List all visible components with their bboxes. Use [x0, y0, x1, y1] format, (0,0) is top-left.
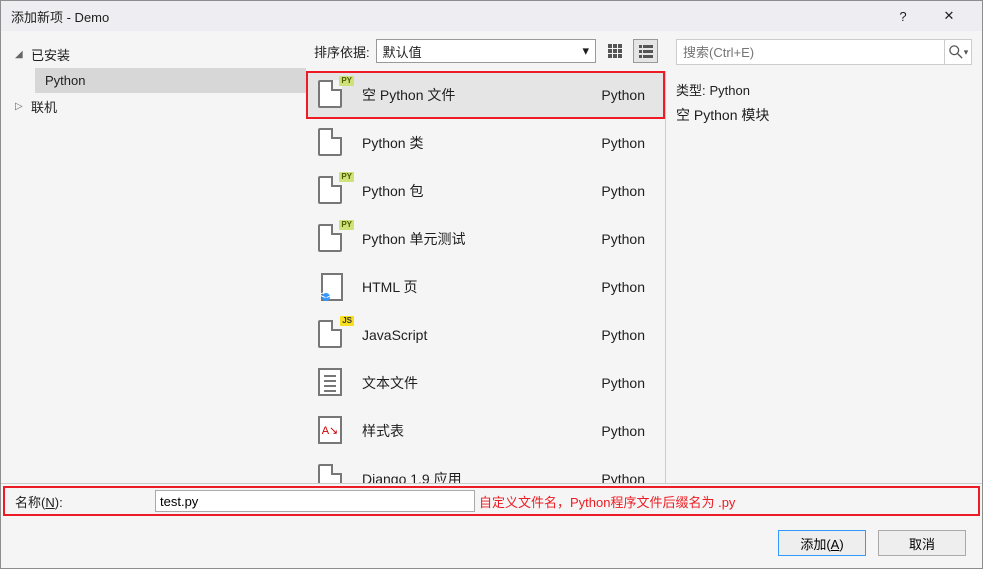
sort-dropdown[interactable]: 默认值 ▾ [376, 39, 596, 63]
tree-node-online[interactable]: ▷ 联机 [1, 93, 306, 120]
search-input[interactable] [676, 39, 972, 65]
template-label: 空 Python 文件 [362, 85, 601, 105]
view-list-button[interactable] [633, 39, 658, 63]
template-language: Python [601, 183, 653, 199]
detail-description: 空 Python 模块 [676, 102, 972, 128]
help-button[interactable]: ? [880, 1, 926, 31]
template-item[interactable]: <> HTML 页Python [306, 263, 665, 311]
sort-label: 排序依据: [314, 42, 370, 61]
tree-node-installed[interactable]: ◢ 已安装 [1, 41, 306, 68]
titlebar: 添加新项 - Demo ? ✕ [1, 1, 982, 31]
tree-label: 联机 [31, 97, 57, 116]
template-item[interactable]: Django 1.9 应用Python [306, 455, 665, 483]
tree-node-python[interactable]: Python [35, 68, 306, 93]
template-language: Python [601, 135, 653, 151]
template-label: JavaScript [362, 327, 601, 343]
sort-value: 默认值 [383, 42, 422, 61]
template-label: 文本文件 [362, 373, 601, 393]
name-input[interactable] [155, 490, 475, 512]
chevron-down-icon: ◢ [15, 49, 27, 60]
template-list[interactable]: PY空 Python 文件PythonPython 类PythonPYPytho… [306, 71, 666, 483]
search-icon [949, 45, 963, 59]
template-label: Django 1.9 应用 [362, 469, 601, 483]
template-panel: 排序依据: 默认值 ▾ PY空 Python 文件PythonPython 类P… [306, 31, 666, 483]
template-label: HTML 页 [362, 277, 601, 297]
template-label: Python 单元测试 [362, 229, 601, 249]
template-language: Python [601, 231, 653, 247]
name-hint: 自定义文件名，Python程序文件后缀名为 .py [475, 492, 735, 511]
template-item[interactable]: JSJavaScriptPython [306, 311, 665, 359]
close-button[interactable]: ✕ [926, 1, 972, 31]
template-label: 样式表 [362, 421, 601, 441]
template-language: Python [601, 87, 653, 103]
template-language: Python [601, 327, 653, 343]
template-label: Python 类 [362, 133, 601, 153]
tree-label: 已安装 [31, 45, 70, 64]
chevron-down-icon: ▾ [964, 47, 969, 58]
detail-panel: ▾ 类型: Python 空 Python 模块 [666, 31, 982, 483]
list-icon [638, 43, 654, 59]
window-title: 添加新项 - Demo [11, 7, 109, 26]
template-language: Python [601, 471, 653, 483]
name-row: 名称(N): 自定义文件名，Python程序文件后缀名为 .py [3, 486, 980, 516]
template-item[interactable]: PYPython 包Python [306, 167, 665, 215]
template-item[interactable]: Python 类Python [306, 119, 665, 167]
dialog-window: 添加新项 - Demo ? ✕ ◢ 已安装 Python ▷ 联机 排序依 [0, 0, 983, 569]
template-label: Python 包 [362, 181, 601, 201]
detail-type: 类型: Python [676, 77, 972, 102]
search-button[interactable]: ▾ [944, 39, 972, 65]
view-icons-button[interactable] [602, 39, 627, 63]
template-language: Python [601, 279, 653, 295]
chevron-right-icon: ▷ [15, 101, 27, 112]
template-language: Python [601, 423, 653, 439]
template-item[interactable]: PY空 Python 文件Python [306, 71, 665, 119]
cancel-button[interactable]: 取消 [878, 530, 966, 556]
category-tree: ◢ 已安装 Python ▷ 联机 [1, 31, 306, 483]
template-item[interactable]: A↘样式表Python [306, 407, 665, 455]
chevron-down-icon: ▾ [582, 43, 589, 59]
dialog-footer: 名称(N): 自定义文件名，Python程序文件后缀名为 .py 添加(A) 取… [1, 483, 982, 568]
template-item[interactable]: 文本文件Python [306, 359, 665, 407]
name-label: 名称(N): [15, 492, 155, 511]
template-language: Python [601, 375, 653, 391]
tree-label: Python [45, 73, 85, 88]
grid-icon [607, 43, 623, 59]
add-button[interactable]: 添加(A) [778, 530, 866, 556]
svg-text:<>: <> [320, 287, 334, 301]
template-item[interactable]: PYPython 单元测试Python [306, 215, 665, 263]
